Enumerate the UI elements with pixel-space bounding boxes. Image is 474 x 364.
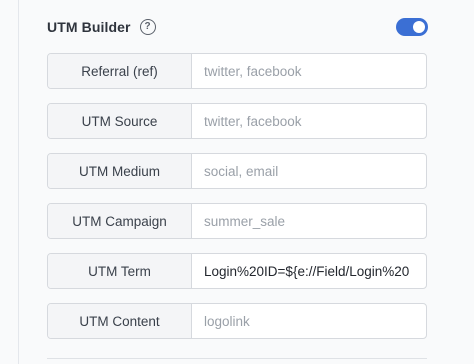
utm-campaign-input[interactable]: summer_sale: [192, 204, 426, 238]
field-label-utm-source: UTM Source: [48, 104, 192, 138]
utm-builder-header: UTM Builder ?: [47, 14, 430, 40]
utm-term-input[interactable]: Login%20ID=${e://Field/Login%20: [192, 254, 426, 288]
field-row-utm-medium: UTM Medium social, email: [47, 153, 427, 189]
field-label-utm-medium: UTM Medium: [48, 154, 192, 188]
utm-content-input[interactable]: logolink: [192, 304, 426, 338]
utm-builder-toggle[interactable]: [396, 18, 428, 36]
field-row-utm-term: UTM Term Login%20ID=${e://Field/Login%20: [47, 253, 427, 289]
field-label-referral: Referral (ref): [48, 54, 192, 88]
field-label-utm-content: UTM Content: [48, 304, 192, 338]
help-circle-icon[interactable]: ?: [139, 19, 156, 35]
utm-medium-input[interactable]: social, email: [192, 154, 426, 188]
utm-source-input[interactable]: twitter, facebook: [192, 104, 426, 138]
field-row-utm-campaign: UTM Campaign summer_sale: [47, 203, 427, 239]
field-label-utm-term: UTM Term: [48, 254, 192, 288]
field-label-utm-campaign: UTM Campaign: [48, 204, 192, 238]
toggle-knob: [413, 21, 425, 33]
section-title: UTM Builder: [47, 19, 131, 35]
field-row-utm-content: UTM Content logolink: [47, 303, 427, 339]
referral-input[interactable]: twitter, facebook: [192, 54, 426, 88]
field-row-utm-source: UTM Source twitter, facebook: [47, 103, 427, 139]
bottom-divider: [47, 358, 427, 359]
field-row-referral: Referral (ref) twitter, facebook: [47, 53, 427, 89]
